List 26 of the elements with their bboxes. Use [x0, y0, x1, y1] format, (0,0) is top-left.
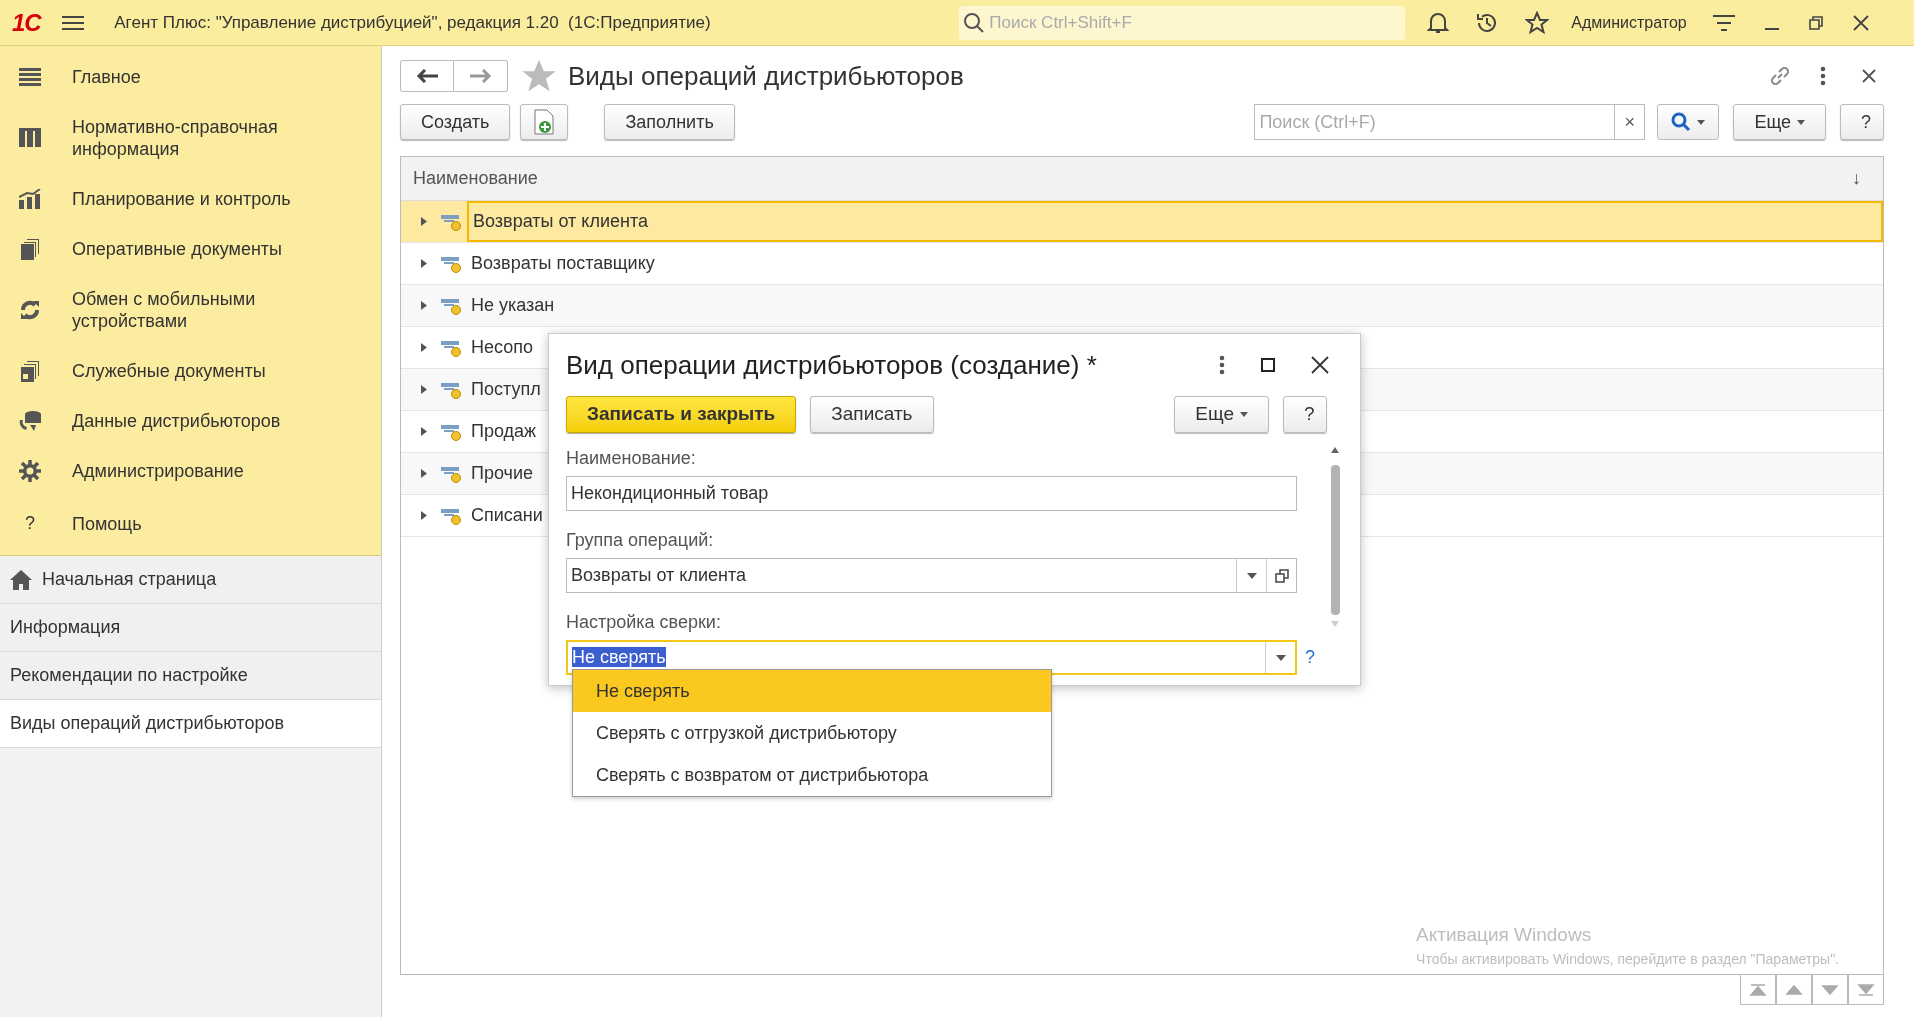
question-mark-icon: ?	[25, 510, 35, 537]
table-cell-text: Не указан	[470, 294, 556, 317]
section-label: Главное	[72, 66, 142, 88]
table-cell-text: Продаж	[470, 420, 538, 443]
section-label: Данные дистрибьюторов	[72, 410, 282, 432]
table-cell-text: Прочие	[470, 462, 534, 485]
app-title: Агент Плюс: "Управление дистрибуцией", редакция 1.20 (1С:Предприятие)	[114, 11, 712, 34]
section-label: Помощь	[72, 512, 143, 535]
table-cell-text: Поступл	[470, 378, 542, 401]
activation-title: Активация Windows	[1416, 922, 1593, 947]
page-title: Виды операций дистрибьюторов	[568, 59, 964, 93]
field-label: Группа операций:	[566, 529, 715, 552]
table-cell-text: Возвраты поставщику	[470, 252, 656, 275]
logo: 1С	[12, 10, 41, 35]
field-label: Настройка сверки:	[566, 611, 722, 634]
section-label: Планирование и контроль	[72, 188, 292, 210]
activation-text: Чтобы активировать Windows, перейдите в раздел "Параметры".	[1416, 950, 1839, 969]
section-label: Оперативные документы	[72, 238, 284, 260]
section-label: Обмен с мобильными устройствами	[72, 288, 257, 332]
dialog-title: Вид операции дистрибьюторов (создание) *	[566, 348, 1098, 382]
section-label: Нормативно-справочная информация	[72, 116, 279, 160]
field-label: Наименование:	[566, 447, 697, 470]
table-cell-text: Несопо	[470, 336, 534, 359]
section-label: Служебные документы	[72, 360, 267, 382]
table-cell-text: Списани	[470, 504, 544, 527]
section-label: Администрирование	[72, 460, 245, 482]
